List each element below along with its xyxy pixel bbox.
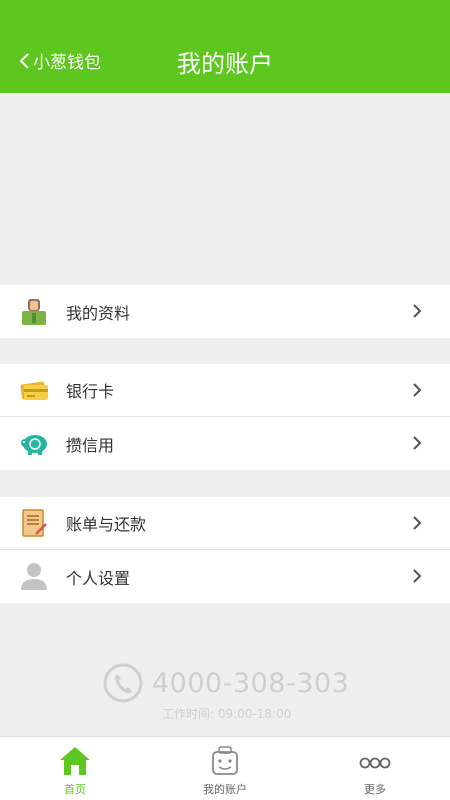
- chevron-right-icon: [413, 436, 422, 450]
- piggy-bank-icon: [21, 435, 47, 455]
- menu-item-bank-card[interactable]: 银行卡: [0, 364, 450, 417]
- page-title: 我的账户: [177, 50, 273, 78]
- tab-label: 我的账户: [203, 783, 247, 796]
- menu-group-profile: 我的资料: [0, 285, 450, 338]
- menu-group-finance: 银行卡 攒信用: [0, 364, 450, 470]
- bank-card-icon: [20, 381, 48, 400]
- chevron-right-icon: [413, 569, 422, 583]
- menu-item-my-profile[interactable]: 我的资料: [0, 285, 450, 338]
- phone-icon: [103, 663, 143, 703]
- home-icon: [60, 747, 90, 775]
- tab-label: 更多: [364, 783, 386, 796]
- tab-home[interactable]: 首页: [0, 737, 150, 800]
- tab-my-account[interactable]: 我的账户: [150, 737, 300, 800]
- menu-group-account: 账单与还款 个人设置: [0, 497, 450, 603]
- chevron-right-icon: [413, 516, 422, 530]
- menu-item-personal-settings[interactable]: 个人设置: [0, 550, 450, 603]
- more-icon: [359, 757, 391, 769]
- menu-item-bills-repayment[interactable]: 账单与还款: [0, 497, 450, 550]
- hotline-number: 4000-308-303: [152, 667, 350, 699]
- profile-icon: [22, 299, 46, 325]
- account-icon: [212, 746, 238, 775]
- menu-item-label: 账单与还款: [66, 515, 147, 534]
- person-icon: [21, 563, 47, 590]
- bottom-tab-bar: 首页 我的账户 更多: [0, 736, 450, 800]
- menu-item-label: 个人设置: [66, 568, 131, 588]
- app-header: 小葱钱包 我的账户: [0, 0, 450, 93]
- menu-item-build-credit[interactable]: 攒信用: [0, 417, 450, 470]
- chevron-right-icon: [413, 304, 422, 318]
- tab-label: 首页: [64, 783, 86, 796]
- menu-item-label: 我的资料: [66, 303, 131, 323]
- tab-more[interactable]: 更多: [300, 737, 450, 800]
- chevron-right-icon: [413, 383, 422, 397]
- service-hours: 工作时间: 09:00-18:00: [162, 707, 292, 721]
- menu-item-label: 银行卡: [66, 382, 115, 401]
- bill-icon: [22, 509, 47, 537]
- hotline[interactable]: 4000-308-303: [102, 662, 349, 704]
- menu-item-label: 攒信用: [66, 435, 115, 455]
